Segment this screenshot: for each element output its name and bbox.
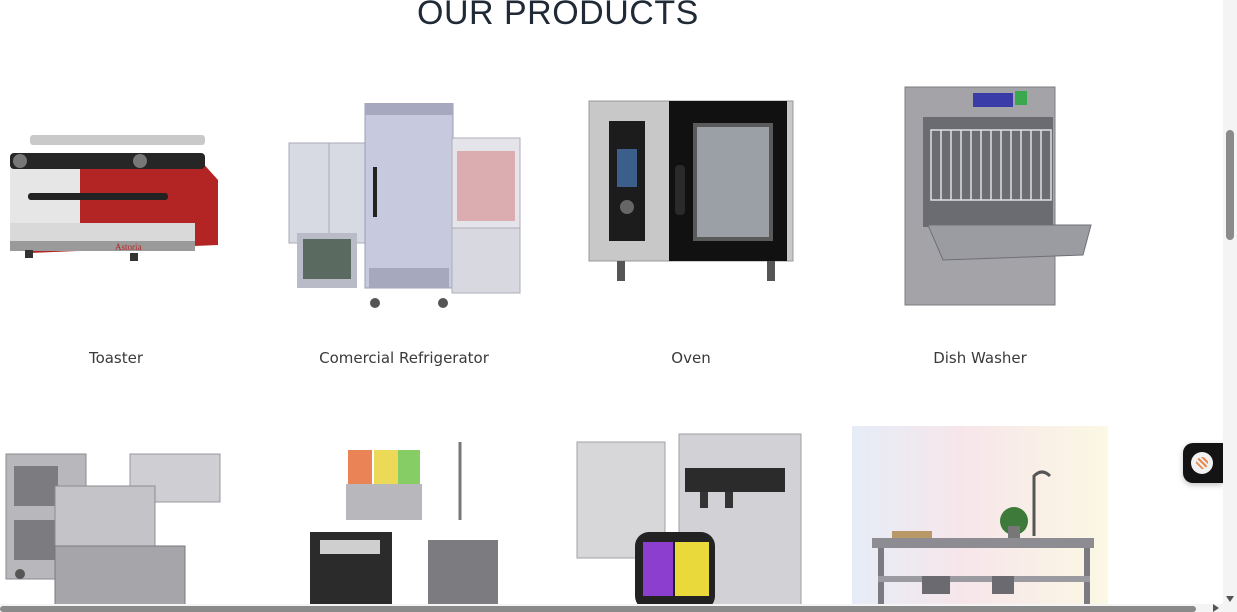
dish-washer-image [903, 85, 1093, 307]
product-card-toaster[interactable]: Astoria Toaster [0, 95, 232, 375]
espresso-machine-image: Astoria [0, 125, 232, 285]
chat-widget-button[interactable] [1183, 443, 1223, 483]
combi-oven-image [587, 99, 795, 319]
horizontal-scrollbar-thumb[interactable] [0, 606, 1196, 612]
vertical-scrollbar[interactable] [1223, 0, 1237, 612]
product-label: Dish Washer [933, 349, 1027, 367]
product-label: Toaster [88, 349, 144, 367]
ice-cream-machine-image [575, 432, 803, 610]
horizontal-scrollbar[interactable] [0, 604, 1223, 612]
range-oven-image [0, 450, 232, 610]
svg-text:Astoria: Astoria [115, 242, 142, 252]
vertical-scrollbar-thumb[interactable] [1226, 130, 1234, 240]
product-card-oven[interactable]: Oven [587, 95, 795, 375]
product-card-range[interactable] [0, 450, 232, 610]
product-card-work-table[interactable] [852, 426, 1108, 610]
scroll-right-arrow-icon[interactable] [1213, 604, 1219, 612]
scroll-down-arrow-icon[interactable] [1226, 596, 1234, 602]
chat-avatar-icon [1191, 452, 1213, 474]
product-card-juice[interactable] [310, 440, 510, 610]
product-label: Oven [671, 349, 711, 367]
product-card-dish-washer[interactable]: Dish Washer [858, 85, 1102, 375]
product-card-refrigerator[interactable]: Comercial Refrigerator [287, 95, 521, 375]
stainless-work-table-image [852, 426, 1108, 610]
juice-dispenser-image [310, 440, 510, 610]
product-label: Comercial Refrigerator [319, 349, 489, 367]
product-card-ice-cream[interactable] [575, 432, 803, 610]
section-title: OUR PRODUCTS [417, 0, 699, 32]
refrigerator-image [287, 103, 521, 313]
